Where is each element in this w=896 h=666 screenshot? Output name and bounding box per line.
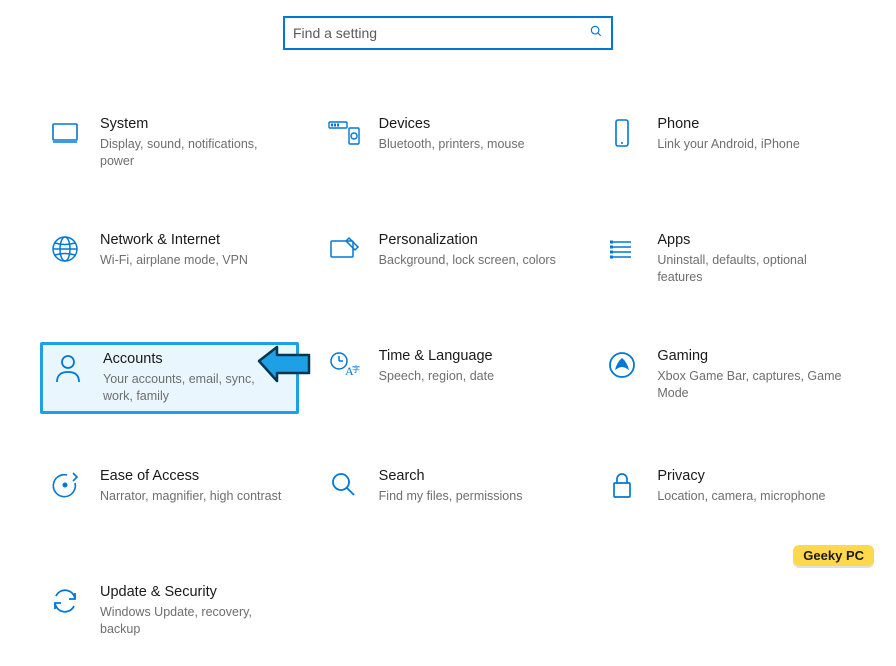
- tile-gaming[interactable]: Gaming Xbox Game Bar, captures, Game Mod…: [597, 342, 856, 414]
- tile-title: Gaming: [657, 348, 848, 364]
- tile-text: System Display, sound, notifications, po…: [100, 116, 291, 170]
- tile-desc: Bluetooth, printers, mouse: [379, 136, 570, 153]
- tile-text: Personalization Background, lock screen,…: [379, 232, 570, 269]
- tile-desc: Uninstall, defaults, optional features: [657, 252, 848, 286]
- tile-title: System: [100, 116, 291, 132]
- ease-of-access-icon: [48, 468, 82, 502]
- tile-personalization[interactable]: Personalization Background, lock screen,…: [319, 226, 578, 294]
- tile-desc: Background, lock screen, colors: [379, 252, 570, 269]
- search-bar-container: [0, 0, 896, 50]
- gaming-icon: [605, 348, 639, 382]
- tile-title: Time & Language: [379, 348, 570, 364]
- accounts-icon: [51, 351, 85, 385]
- tile-privacy[interactable]: Privacy Location, camera, microphone: [597, 462, 856, 530]
- tile-text: Update & Security Windows Update, recove…: [100, 584, 291, 638]
- tile-title: Phone: [657, 116, 848, 132]
- tile-title: Update & Security: [100, 584, 291, 600]
- personalization-icon: [327, 232, 361, 266]
- tile-text: Time & Language Speech, region, date: [379, 348, 570, 385]
- tile-text: Phone Link your Android, iPhone: [657, 116, 848, 153]
- tile-text: Gaming Xbox Game Bar, captures, Game Mod…: [657, 348, 848, 402]
- tile-text: Accounts Your accounts, email, sync, wor…: [103, 351, 288, 405]
- tile-title: Devices: [379, 116, 570, 132]
- tile-text: Devices Bluetooth, printers, mouse: [379, 116, 570, 153]
- system-icon: [48, 116, 82, 150]
- tile-update-security[interactable]: Update & Security Windows Update, recove…: [40, 578, 299, 646]
- update-icon: [48, 584, 82, 618]
- settings-grid: System Display, sound, notifications, po…: [0, 50, 896, 666]
- tile-network[interactable]: Network & Internet Wi-Fi, airplane mode,…: [40, 226, 299, 294]
- tile-title: Network & Internet: [100, 232, 291, 248]
- search-input[interactable]: [293, 25, 589, 41]
- tile-ease-of-access[interactable]: Ease of Access Narrator, magnifier, high…: [40, 462, 299, 530]
- apps-icon: [605, 232, 639, 266]
- tile-system[interactable]: System Display, sound, notifications, po…: [40, 110, 299, 178]
- tile-time-language[interactable]: A 字 Time & Language Speech, region, date: [319, 342, 578, 414]
- watermark-badge: Geeky PC: [793, 545, 874, 566]
- tile-title: Ease of Access: [100, 468, 291, 484]
- tile-desc: Location, camera, microphone: [657, 488, 848, 505]
- tile-title: Accounts: [103, 351, 288, 367]
- time-language-icon: A 字: [327, 348, 361, 382]
- tile-desc: Xbox Game Bar, captures, Game Mode: [657, 368, 848, 402]
- tile-text: Privacy Location, camera, microphone: [657, 468, 848, 505]
- tile-title: Search: [379, 468, 570, 484]
- phone-icon: [605, 116, 639, 150]
- tile-desc: Narrator, magnifier, high contrast: [100, 488, 291, 505]
- tile-desc: Link your Android, iPhone: [657, 136, 848, 153]
- tile-title: Personalization: [379, 232, 570, 248]
- globe-icon: [48, 232, 82, 266]
- tile-desc: Speech, region, date: [379, 368, 570, 385]
- tile-title: Apps: [657, 232, 848, 248]
- search-icon: [589, 24, 603, 43]
- magnifier-icon: [327, 468, 361, 502]
- tile-desc: Find my files, permissions: [379, 488, 570, 505]
- tile-phone[interactable]: Phone Link your Android, iPhone: [597, 110, 856, 178]
- tile-text: Ease of Access Narrator, magnifier, high…: [100, 468, 291, 505]
- tile-desc: Windows Update, recovery, backup: [100, 604, 291, 638]
- svg-text:字: 字: [352, 364, 360, 374]
- tile-desc: Display, sound, notifications, power: [100, 136, 291, 170]
- lock-icon: [605, 468, 639, 502]
- tile-text: Network & Internet Wi-Fi, airplane mode,…: [100, 232, 291, 269]
- tile-desc: Wi-Fi, airplane mode, VPN: [100, 252, 291, 269]
- tile-search[interactable]: Search Find my files, permissions: [319, 462, 578, 530]
- tile-accounts[interactable]: Accounts Your accounts, email, sync, wor…: [40, 342, 299, 414]
- tile-devices[interactable]: Devices Bluetooth, printers, mouse: [319, 110, 578, 178]
- tile-desc: Your accounts, email, sync, work, family: [103, 371, 288, 405]
- devices-icon: [327, 116, 361, 150]
- tile-text: Search Find my files, permissions: [379, 468, 570, 505]
- search-box[interactable]: [283, 16, 613, 50]
- tile-title: Privacy: [657, 468, 848, 484]
- tile-apps[interactable]: Apps Uninstall, defaults, optional featu…: [597, 226, 856, 294]
- tile-text: Apps Uninstall, defaults, optional featu…: [657, 232, 848, 286]
